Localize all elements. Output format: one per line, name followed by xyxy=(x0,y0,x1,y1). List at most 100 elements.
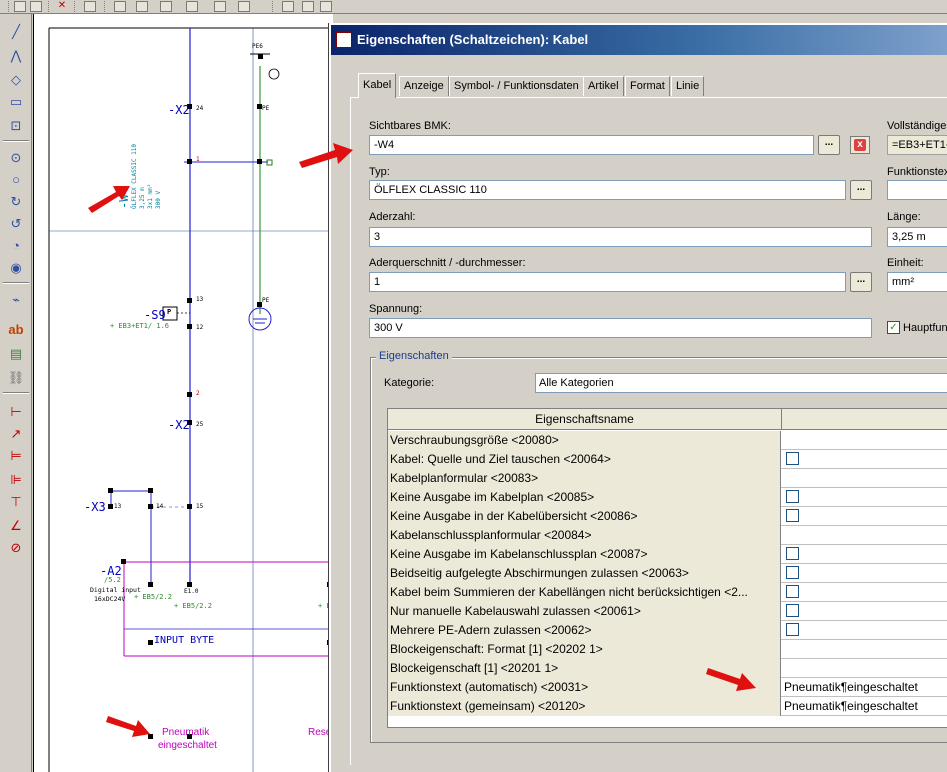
property-value-cell[interactable] xyxy=(782,545,947,564)
table-row[interactable]: Nur manuelle Kabelauswahl zulassen <2006… xyxy=(388,602,947,621)
text-tool-icon[interactable]: ab xyxy=(7,322,25,338)
property-name-cell[interactable]: Nur manuelle Kabelauswahl zulassen <2006… xyxy=(388,602,781,621)
connect-tool-icon[interactable]: ⌁ xyxy=(7,292,25,308)
chain-tool-icon[interactable]: ⛓ xyxy=(7,370,25,386)
toolbar-icon[interactable] xyxy=(214,1,226,12)
property-value-cell[interactable] xyxy=(782,583,947,602)
dimension-incremental-tool-icon[interactable]: ⊫ xyxy=(7,472,25,488)
property-name-cell[interactable]: Keine Ausgabe in der Kabelübersicht <200… xyxy=(388,507,781,526)
function-text[interactable]: Rese xyxy=(308,727,331,738)
circle-tool-icon[interactable]: ⊙ xyxy=(7,150,25,166)
property-name-cell[interactable]: Mehrere PE-Adern zulassen <20062> xyxy=(388,621,781,640)
property-value-cell[interactable] xyxy=(782,621,947,640)
type-input[interactable]: ÖLFLEX CLASSIC 110 xyxy=(369,180,846,200)
terminal-strip-label[interactable]: -X2 xyxy=(168,418,190,432)
pie-tool-icon[interactable]: ◔ xyxy=(7,238,25,254)
toolbar-icon[interactable] xyxy=(14,1,26,12)
table-row[interactable]: Kabelplanformular <20083> xyxy=(388,469,947,488)
type-browse-button[interactable]: ... xyxy=(850,180,872,200)
dimension-chain-tool-icon[interactable]: ⊨ xyxy=(7,448,25,464)
unit-select[interactable]: mm² xyxy=(887,272,947,292)
table-row[interactable]: Verschraubungsgröße <20080> xyxy=(388,431,947,450)
property-value-cell[interactable]: Pneumatik¶eingeschaltet xyxy=(782,697,947,716)
property-checkbox[interactable] xyxy=(786,604,799,617)
tab-kabel[interactable]: Kabel xyxy=(358,73,397,98)
function-text-input[interactable] xyxy=(887,180,947,200)
radius-dimension-tool-icon[interactable]: ⊘ xyxy=(7,540,25,556)
delete-button[interactable]: x xyxy=(850,136,870,154)
table-row[interactable]: Funktionstext (automatisch) <20031> Pneum… xyxy=(388,678,947,697)
tab-format[interactable]: Format xyxy=(625,76,670,96)
wire-count-input[interactable]: 3 xyxy=(369,227,872,247)
dimension-baseline-tool-icon[interactable]: ⊤ xyxy=(7,494,25,510)
category-select[interactable]: Alle Kategorien xyxy=(535,373,947,393)
visible-bmk-input[interactable]: -W4 xyxy=(369,135,814,155)
dimension-tool-icon[interactable]: ⊢ xyxy=(7,404,25,420)
terminal-strip-label[interactable]: -X3 xyxy=(84,500,106,514)
length-input[interactable]: 3,25 m xyxy=(887,227,947,247)
property-name-cell[interactable]: Funktionstext (gemeinsam) <20120> xyxy=(388,697,781,716)
toolbar-icon[interactable] xyxy=(320,1,332,12)
toolbar-icon[interactable] xyxy=(238,1,250,12)
table-row[interactable]: Kabel beim Summieren der Kabellängen nic… xyxy=(388,583,947,602)
circle-outline-tool-icon[interactable]: ○ xyxy=(7,172,25,188)
table-row[interactable]: Beidseitig aufgelegte Abschirmungen zula… xyxy=(388,564,947,583)
cross-section-input[interactable]: 1 xyxy=(369,272,846,292)
property-value-cell[interactable] xyxy=(782,450,947,469)
dialog-titlebar[interactable]: Eigenschaften (Schaltzeichen): Kabel xyxy=(331,25,947,55)
arc-tool-icon[interactable]: ↻ xyxy=(7,194,25,210)
tab-anzeige[interactable]: Anzeige xyxy=(399,76,449,96)
table-row[interactable]: Blockeigenschaft [1] <20201 1> xyxy=(388,659,947,678)
ellipse-tool-icon[interactable]: ◉ xyxy=(7,260,25,276)
property-value-cell[interactable] xyxy=(782,564,947,583)
property-name-cell[interactable]: Verschraubungsgröße <20080> xyxy=(388,431,781,450)
property-name-cell[interactable]: Beidseitig aufgelegte Abschirmungen zula… xyxy=(388,564,781,583)
property-value-cell[interactable] xyxy=(782,640,947,659)
column-header-name[interactable]: Eigenschaftsname xyxy=(388,409,782,430)
table-row[interactable]: Mehrere PE-Adern zulassen <20062> xyxy=(388,621,947,640)
property-checkbox[interactable] xyxy=(786,547,799,560)
property-checkbox[interactable] xyxy=(786,452,799,465)
main-function-checkbox[interactable]: ✓ xyxy=(887,321,900,334)
arc3-tool-icon[interactable]: ↺ xyxy=(7,216,25,232)
property-name-cell[interactable]: Blockeigenschaft: Format [1] <20202 1> xyxy=(388,640,781,659)
rectangle-center-tool-icon[interactable]: ⊡ xyxy=(7,118,25,134)
property-value-cell[interactable]: Pneumatik¶eingeschaltet xyxy=(782,678,947,697)
property-value-cell[interactable] xyxy=(782,488,947,507)
property-value-cell[interactable] xyxy=(782,602,947,621)
polygon-tool-icon[interactable]: ◇ xyxy=(7,72,25,88)
tab-linie[interactable]: Linie xyxy=(671,76,705,96)
property-name-cell[interactable]: Kabelanschlussplanformular <20084> xyxy=(388,526,781,545)
close-icon[interactable]: ✕ xyxy=(56,1,68,12)
function-text[interactable]: eingeschaltet xyxy=(158,740,217,751)
switch-label[interactable]: -S9 xyxy=(144,308,166,322)
cross-section-browse-button[interactable]: ... xyxy=(850,272,872,292)
property-value-cell[interactable] xyxy=(782,507,947,526)
column-header-value[interactable] xyxy=(782,409,947,430)
property-value-cell[interactable] xyxy=(782,469,947,488)
property-name-cell[interactable]: Keine Ausgabe im Kabelplan <20085> xyxy=(388,488,781,507)
toolbar-icon[interactable] xyxy=(84,1,96,12)
polyline-tool-icon[interactable]: ⋀ xyxy=(7,48,25,64)
table-row[interactable]: Keine Ausgabe im Kabelanschlussplan <200… xyxy=(388,545,947,564)
property-name-cell[interactable]: Kabel beim Summieren der Kabellängen nic… xyxy=(388,583,781,602)
property-name-cell[interactable]: Kabel: Quelle und Ziel tauschen <20064> xyxy=(388,450,781,469)
property-checkbox[interactable] xyxy=(786,490,799,503)
cross-reference[interactable]: + EB3+ET1/ 1.6 xyxy=(110,322,169,330)
toolbar-icon[interactable] xyxy=(282,1,294,12)
image-tool-icon[interactable]: ▤ xyxy=(7,346,25,362)
table-row[interactable]: Kabelanschlussplanformular <20084> xyxy=(388,526,947,545)
property-checkbox[interactable] xyxy=(786,509,799,522)
bmk-browse-button[interactable]: ... xyxy=(818,135,840,155)
property-name-cell[interactable]: Keine Ausgabe im Kabelanschlussplan <200… xyxy=(388,545,781,564)
table-row[interactable]: Keine Ausgabe in der Kabelübersicht <200… xyxy=(388,507,947,526)
cross-reference[interactable]: + EB5/2.2 xyxy=(134,593,172,601)
toolbar-icon[interactable] xyxy=(114,1,126,12)
voltage-input[interactable]: 300 V xyxy=(369,318,872,338)
property-name-cell[interactable]: Kabelplanformular <20083> xyxy=(388,469,781,488)
cross-reference[interactable]: + EB5/2.2 xyxy=(174,602,212,610)
table-row[interactable]: Kabel: Quelle und Ziel tauschen <20064> xyxy=(388,450,947,469)
tab-symbol-funktionsdaten[interactable]: Symbol- / Funktionsdaten xyxy=(449,76,584,96)
toolbar-icon[interactable] xyxy=(160,1,172,12)
property-value-cell[interactable] xyxy=(782,659,947,678)
